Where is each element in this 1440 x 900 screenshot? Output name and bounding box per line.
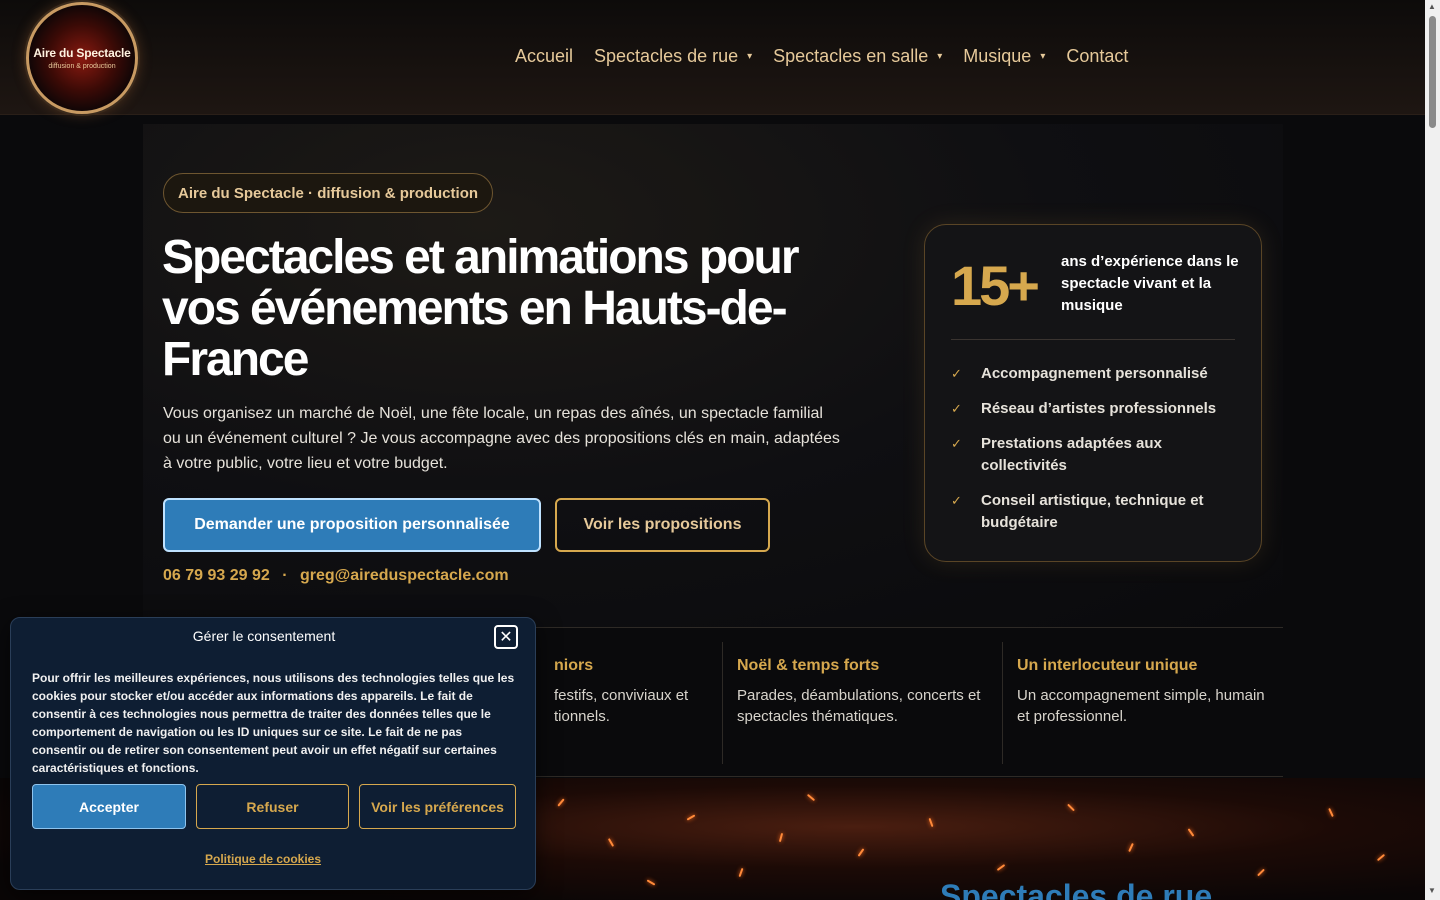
scroll-up-arrow-icon[interactable]: ▲: [1428, 2, 1436, 11]
cookie-title: Gérer le consentement: [11, 628, 537, 646]
list-item: ✓ Accompagnement personnalisé: [951, 363, 1241, 385]
nav-item-contact[interactable]: Contact: [1066, 46, 1128, 67]
spark-decoration: [1328, 807, 1334, 818]
feature-title: Un interlocuteur unique: [1017, 657, 1198, 674]
experience-list: ✓ Accompagnement personnalisé ✓ Réseau d…: [951, 363, 1241, 547]
spark-decoration: [857, 848, 865, 857]
scroll-thumb[interactable]: [1429, 16, 1436, 128]
spark-decoration: [996, 864, 1006, 871]
spark-decoration: [1187, 828, 1195, 837]
spark-decoration: [928, 817, 934, 828]
hero-title: Spectacles et animations pour vos événem…: [162, 231, 800, 386]
page-scrollbar[interactable]: ▲ ▼: [1425, 0, 1440, 900]
phone-link[interactable]: 06 79 93 29 92: [163, 567, 270, 584]
experience-number: 15+: [951, 254, 1040, 317]
nav-label: Spectacles en salle: [773, 46, 929, 66]
nav-label: Spectacles de rue: [594, 46, 739, 66]
spark-decoration: [1376, 853, 1386, 862]
caret-down-icon: ▾: [937, 51, 943, 62]
check-icon: ✓: [951, 366, 962, 381]
view-preferences-button[interactable]: Voir les préférences: [359, 784, 516, 829]
section-title-spectacles-de-rue: Spectacles de rue: [940, 878, 1213, 900]
nav-label: Accueil: [515, 46, 574, 66]
spark-decoration: [1067, 803, 1075, 812]
hero-text: Vous organisez un marché de Noël, une fê…: [163, 405, 840, 472]
main-nav: Accueil Spectacles de rue ▾ Spectacles e…: [515, 46, 1149, 67]
request-proposal-button[interactable]: Demander une proposition personnalisée: [163, 498, 541, 552]
list-item-label: Conseil artistique, technique et budgéta…: [981, 492, 1204, 531]
list-item-label: Prestations adaptées aux collectivités: [981, 435, 1162, 474]
list-item-label: Accompagnement personnalisé: [981, 365, 1208, 382]
cookie-policy-link[interactable]: Politique de cookies: [11, 852, 515, 866]
scroll-down-arrow-icon[interactable]: ▼: [1428, 886, 1436, 895]
check-icon: ✓: [951, 493, 962, 508]
check-icon: ✓: [951, 401, 962, 416]
caret-down-icon: ▾: [747, 51, 753, 62]
refuse-cookies-button[interactable]: Refuser: [196, 784, 349, 829]
nav-item-accueil[interactable]: Accueil: [515, 46, 573, 67]
caret-down-icon: ▾: [1040, 51, 1046, 62]
nav-item-spectacles-de-rue[interactable]: Spectacles de rue ▾: [594, 46, 752, 67]
spark-decoration: [607, 838, 615, 847]
cookie-consent-dialog: Gérer le consentement ✕ Pour offrir les …: [10, 617, 536, 890]
spark-decoration: [646, 879, 656, 886]
nav-item-musique[interactable]: Musique ▾: [963, 46, 1045, 67]
nav-label: Contact: [1066, 46, 1129, 66]
feature-item-noel: Noël & temps forts Parades, déambulation…: [722, 642, 1002, 764]
spark-decoration: [1257, 868, 1265, 877]
logo-title: Aire du Spectacle: [33, 46, 131, 60]
view-proposals-button[interactable]: Voir les propositions: [555, 498, 770, 552]
spark-decoration: [806, 793, 816, 802]
close-icon[interactable]: ✕: [494, 625, 518, 649]
list-item-label: Réseau d’artistes professionnels: [981, 400, 1217, 417]
accept-cookies-button[interactable]: Accepter: [32, 784, 186, 829]
site-logo[interactable]: Aire du Spectacle diffusion & production: [26, 2, 138, 114]
contact-line: 06 79 93 29 92 · greg@aireduspectacle.co…: [163, 567, 509, 585]
feature-item-interlocuteur: Un interlocuteur unique Un accompagnemen…: [1002, 642, 1283, 764]
spark-decoration: [738, 867, 744, 878]
logo-subtitle: diffusion & production: [48, 63, 116, 70]
experience-text: ans d’expérience dans le spectacle vivan…: [1061, 253, 1239, 314]
site-header: Aire du Spectacle diffusion & production…: [0, 0, 1425, 115]
email-link[interactable]: greg@aireduspectacle.com: [300, 567, 509, 584]
spark-decoration: [778, 832, 784, 843]
list-item: ✓ Réseau d’artistes professionnels: [951, 398, 1241, 420]
spark-decoration: [686, 814, 696, 821]
feature-title: Noël & temps forts: [737, 657, 880, 674]
feature-text: Parades, déambulations, concerts et spec…: [737, 687, 981, 725]
spark-decoration: [1128, 842, 1134, 853]
feature-text: Un accompagnement simple, humain et prof…: [1017, 687, 1265, 725]
check-icon: ✓: [951, 436, 962, 451]
cookie-body-text: Pour offrir les meilleures expériences, …: [32, 671, 515, 775]
nav-label: Musique: [963, 46, 1032, 66]
spark-decoration: [557, 798, 565, 807]
nav-item-spectacles-en-salle[interactable]: Spectacles en salle ▾: [773, 46, 942, 67]
divider: [951, 339, 1235, 340]
cookie-title-text: Gérer le consentement: [192, 628, 336, 644]
list-item: ✓ Prestations adaptées aux collectivités: [951, 433, 1241, 477]
contact-separator: ·: [282, 567, 288, 584]
hero-badge: Aire du Spectacle · diffusion & producti…: [163, 173, 494, 213]
experience-card: 15+ ans d’expérience dans le spectacle v…: [924, 224, 1262, 562]
list-item: ✓ Conseil artistique, technique et budgé…: [951, 490, 1241, 534]
